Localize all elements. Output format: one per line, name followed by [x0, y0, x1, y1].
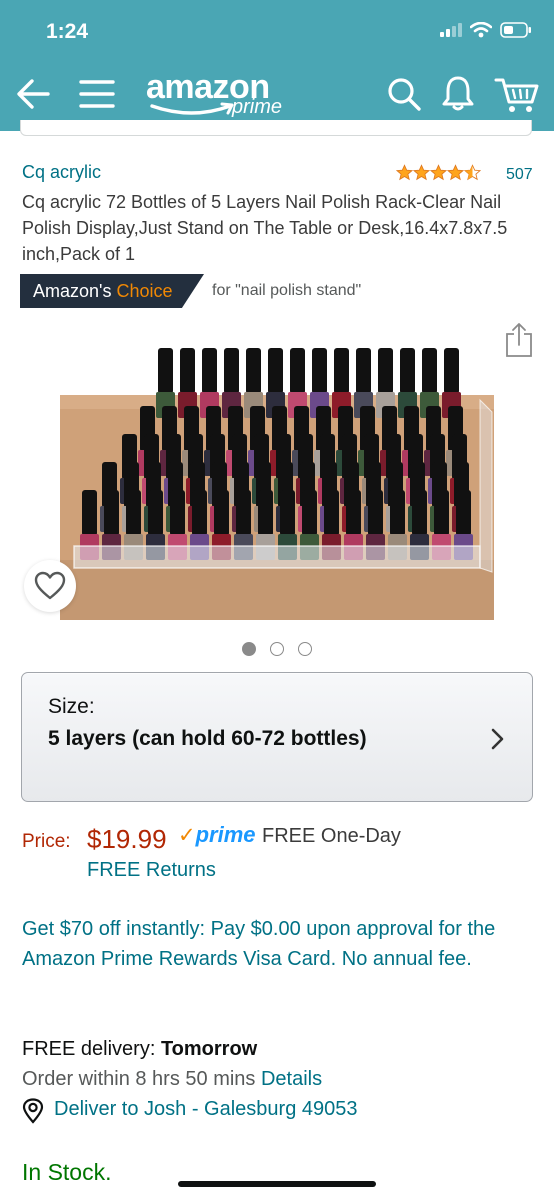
prime-delivery-type: FREE One-Day [262, 825, 401, 847]
bottle-cap [346, 490, 361, 536]
bottle-cap [302, 490, 317, 536]
badge-keyword: for "nail polish stand" [212, 282, 362, 299]
home-indicator[interactable] [178, 1181, 376, 1187]
bottle-cap [456, 490, 471, 536]
bottle-cap [400, 348, 415, 394]
bottle-cap [268, 348, 283, 394]
star-icon [447, 164, 464, 181]
bottle-cap [158, 348, 173, 394]
status-time: 1:24 [46, 20, 89, 43]
order-within-text: Order within 8 hrs 50 mins [22, 1068, 261, 1090]
prime-word: prime [195, 822, 256, 847]
logo-smile-icon [150, 102, 234, 115]
bottle-cap [434, 490, 449, 536]
carousel-dot[interactable] [298, 642, 312, 656]
delivery-day: Tomorrow [160, 1038, 258, 1060]
card-offer-link[interactable]: Get $70 off instantly: Pay $0.00 upon ap… [22, 914, 534, 974]
bottle-cap [312, 348, 327, 394]
search-bar-edge[interactable] [20, 120, 532, 136]
bottle-cap [422, 348, 437, 394]
star-icon [396, 164, 413, 181]
star-half-icon [464, 164, 481, 181]
size-label: Size: [48, 695, 95, 718]
bottle-cap [104, 490, 119, 536]
hamburger-menu-icon[interactable] [78, 76, 116, 112]
bottle-cap [224, 348, 239, 394]
badge-prefix: Amazon's [33, 281, 117, 301]
free-returns-link[interactable]: FREE Returns [87, 859, 216, 882]
star-rating[interactable] [396, 164, 481, 181]
bottle-cap [412, 490, 427, 536]
bottle-cap [82, 490, 97, 536]
bottle-cap [214, 490, 229, 536]
logo-prime-text: prime [232, 96, 283, 118]
badge-choice-word: Choice [116, 281, 173, 301]
chevron-right-icon [491, 728, 504, 750]
signal-icon [440, 23, 462, 37]
bottle-cap [202, 348, 217, 394]
brand-link[interactable]: Cq acrylic [22, 162, 101, 183]
carousel-dot[interactable] [242, 642, 256, 656]
cart-icon[interactable] [494, 74, 540, 114]
status-icons [440, 22, 532, 38]
bottle-cap [126, 490, 141, 536]
rating-count-link[interactable]: 507 [506, 166, 533, 184]
bottle-cap [324, 490, 339, 536]
product-image[interactable] [60, 340, 494, 620]
bottle-cap [246, 348, 261, 394]
heart-icon [34, 571, 66, 600]
bottle-cap [356, 348, 371, 394]
delivery-info: FREE delivery: Tomorrow [22, 1038, 257, 1061]
prime-check-icon: ✓ [178, 824, 196, 847]
wishlist-button[interactable] [24, 560, 76, 612]
bottle-cap [192, 490, 207, 536]
wifi-icon [470, 22, 492, 38]
product-title: Cq acrylic 72 Bottles of 5 Layers Nail P… [22, 192, 508, 264]
bell-icon[interactable] [440, 74, 476, 112]
bottle-cap [390, 490, 405, 536]
bottle-cap [444, 348, 459, 394]
details-link[interactable]: Details [261, 1068, 322, 1090]
bottle-cap [170, 490, 185, 536]
carousel-dot[interactable] [270, 642, 284, 656]
bottle-cap [368, 490, 383, 536]
size-selector[interactable]: Size: 5 layers (can hold 60-72 bottles) [21, 672, 533, 802]
amazon-prime-logo[interactable]: amazon prime [146, 68, 296, 124]
bottle-cap [378, 348, 393, 394]
app-header: 1:24 amazon prime [0, 0, 554, 131]
nail-polish-bottles [80, 348, 473, 560]
location-pin-icon [22, 1098, 44, 1124]
share-icon[interactable] [504, 322, 534, 358]
bottle-cap [180, 348, 195, 394]
bottle-cap [280, 490, 295, 536]
deliver-to-link[interactable]: Deliver to Josh - Galesburg 49053 [54, 1098, 358, 1121]
price-value: $19.99 [87, 824, 167, 854]
order-within: Order within 8 hrs 50 mins Details [22, 1068, 322, 1091]
bottle-cap [236, 490, 251, 536]
delivery-prefix: FREE delivery: [22, 1038, 161, 1060]
star-icon [430, 164, 447, 181]
price-label: Price: [22, 831, 71, 852]
prime-badge: ✓ prime [178, 822, 256, 848]
bottle-cap [258, 490, 273, 536]
bottle-cap [334, 348, 349, 394]
stock-status: In Stock. [22, 1159, 112, 1185]
size-value: 5 layers (can hold 60-72 bottles) [48, 727, 367, 750]
amazons-choice-badge: Amazon's Choice [20, 274, 204, 308]
star-icon [413, 164, 430, 181]
search-icon[interactable] [386, 76, 422, 112]
back-arrow-icon[interactable] [14, 75, 54, 113]
battery-icon [500, 22, 531, 38]
bottle-cap [148, 490, 163, 536]
image-carousel-dots[interactable] [242, 642, 312, 656]
bottle-cap [290, 348, 305, 394]
